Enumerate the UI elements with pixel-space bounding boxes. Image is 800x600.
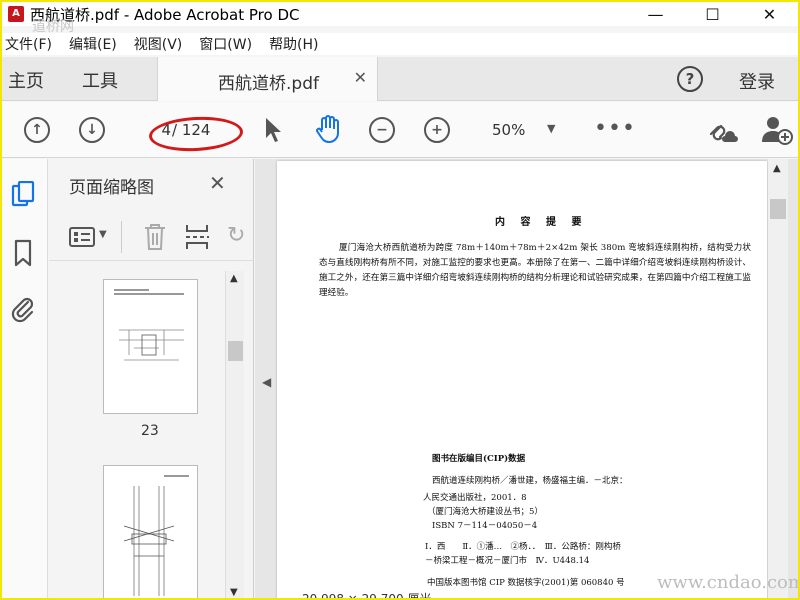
acrobat-window: A 西航道桥.pdf - Adobe Acrobat Pro DC 道桥网 — …	[0, 0, 800, 600]
share-link-icon[interactable]	[706, 116, 738, 144]
close-window-icon[interactable]: ✕	[741, 2, 798, 26]
cip-line: 中国版本图书馆 CIP 数据核字(2001)第 060840 号	[427, 578, 625, 588]
menu-file[interactable]: 文件(F)	[2, 34, 52, 54]
document-view: ◀ 内 容 提 要 厦门海沧大桥西航道桥为跨度 78m＋140m＋78m＋2×4…	[255, 159, 798, 598]
panel-toolbar: ▼ ↻	[49, 211, 254, 261]
page-size-readout: 20.998 × 29.700 厘米	[302, 592, 432, 600]
cip-line: （厦门海沧大桥建设丛书；5）	[427, 507, 543, 517]
scroll-up-icon[interactable]: ▲	[230, 273, 238, 284]
title-bar: A 西航道桥.pdf - Adobe Acrobat Pro DC 道桥网 — …	[2, 2, 798, 35]
navigation-strip	[2, 159, 48, 598]
options-caret-icon[interactable]: ▼	[99, 229, 107, 240]
document-paragraph: 厦门海沧大桥西航道桥为跨度 78m＋140m＋78m＋2×42m 架长 380m…	[319, 243, 751, 298]
page-thumbnail[interactable]	[103, 279, 198, 414]
next-page-icon[interactable]: ↓	[79, 117, 105, 143]
close-tab-icon[interactable]: ✕	[354, 68, 367, 87]
cip-line: ISBN 7－114－04050－4	[432, 521, 538, 531]
document-heading: 内 容 提 要	[495, 217, 588, 228]
tab-document[interactable]: 西航道桥.pdf ✕	[157, 57, 378, 101]
tab-home[interactable]: 主页	[8, 67, 44, 93]
cip-line: Ⅰ．西 Ⅱ．①潘… ②杨．． Ⅲ．公路桥：刚构桥	[425, 542, 621, 552]
panel-title: 页面缩略图	[69, 178, 154, 198]
thumbnail-panel: 页面缩略图 ✕ ▼ ↻ 23 ▲ ▼	[49, 159, 254, 598]
menu-view[interactable]: 视图(V)	[131, 34, 183, 54]
page-thumbnails-icon[interactable]	[10, 181, 36, 211]
doc-scrollbar-thumb[interactable]	[770, 199, 786, 219]
close-panel-icon[interactable]: ✕	[209, 171, 226, 195]
menu-bar: 文件(F) 编辑(E) 视图(V) 窗口(W) 帮助(H)	[2, 33, 798, 55]
scrollbar-thumb[interactable]	[228, 341, 243, 361]
document-scrollbar[interactable]: ▲	[768, 159, 788, 598]
collapse-panel-icon[interactable]: ◀	[262, 375, 271, 389]
cip-line: 人民交通出版社，2001．8	[423, 493, 527, 503]
zoom-level[interactable]: 50%	[492, 121, 525, 139]
extract-page-icon[interactable]	[184, 223, 210, 251]
menu-edit[interactable]: 编辑(E)	[66, 34, 117, 54]
cip-line: －桥梁工程－概况－厦门市 Ⅳ．U448.14	[425, 556, 590, 566]
thumbnail-list: 23	[49, 269, 245, 598]
watermark-bottom: www.cndao.com	[657, 572, 800, 593]
tab-document-label: 西航道桥.pdf	[218, 74, 319, 94]
rotate-page-icon[interactable]: ↻	[227, 223, 245, 248]
maximize-icon[interactable]: ☐	[684, 2, 741, 26]
toolbar: ↑ ↓ 4 / 124 − + 50% ▼ •••	[2, 102, 798, 158]
cip-title: 图书在版编目(CIP)数据	[432, 454, 526, 464]
page-thumbnail[interactable]	[103, 465, 198, 598]
thumbnail-page-number: 23	[141, 423, 159, 439]
login-button[interactable]: 登录	[739, 68, 775, 94]
tab-tools[interactable]: 工具	[82, 67, 118, 93]
scroll-down-icon[interactable]: ▼	[230, 587, 238, 598]
pdf-page: 内 容 提 要 厦门海沧大桥西航道桥为跨度 78m＋140m＋78m＋2×42m…	[277, 161, 767, 598]
thumbnail-scrollbar[interactable]: ▲ ▼	[225, 271, 244, 598]
window-controls: — ☐ ✕	[627, 2, 798, 26]
doc-scroll-up-icon[interactable]: ▲	[773, 163, 781, 174]
select-arrow-icon[interactable]	[263, 116, 283, 144]
menu-help[interactable]: 帮助(H)	[266, 34, 318, 54]
attachment-icon[interactable]	[10, 294, 36, 324]
thumbnail-options-icon[interactable]	[69, 226, 95, 248]
hand-tool-icon[interactable]	[313, 114, 343, 144]
add-user-icon[interactable]	[760, 114, 794, 146]
zoom-dropdown-icon[interactable]: ▼	[547, 122, 555, 135]
minimize-icon[interactable]: —	[627, 2, 684, 26]
previous-page-icon[interactable]: ↑	[24, 117, 50, 143]
tab-bar: 主页 工具 西航道桥.pdf ✕ ? 登录	[2, 57, 798, 101]
help-icon[interactable]: ?	[677, 66, 703, 92]
toolbar-divider	[121, 221, 122, 253]
more-tools-icon[interactable]: •••	[594, 116, 636, 141]
cip-line: 西航道连续刚构桥／潘世建，杨盛福主编．－北京：	[432, 476, 628, 486]
acrobat-app-icon: A	[8, 6, 24, 22]
delete-page-icon[interactable]	[143, 223, 167, 251]
bookmark-icon[interactable]	[13, 239, 33, 267]
zoom-in-icon[interactable]: +	[424, 117, 450, 143]
zoom-out-icon[interactable]: −	[369, 117, 395, 143]
menu-window[interactable]: 窗口(W)	[196, 34, 252, 54]
